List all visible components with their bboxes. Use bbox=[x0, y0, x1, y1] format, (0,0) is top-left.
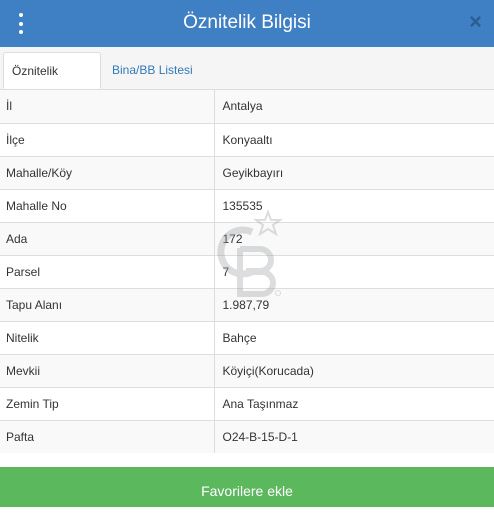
attribute-value: 7 bbox=[214, 254, 494, 288]
attribute-key: Tapu Alanı bbox=[0, 287, 215, 321]
attribute-value: O24-B-15-D-1 bbox=[214, 419, 494, 453]
attribute-key: Parsel bbox=[0, 254, 215, 288]
table-row: Nitelik Bahçe bbox=[0, 320, 494, 354]
attribute-table: İl Antalya İlçe Konyaaltı Mahalle/Köy Ge… bbox=[0, 90, 494, 453]
attribute-value: Ana Taşınmaz bbox=[214, 386, 494, 420]
table-row: İl Antalya bbox=[0, 90, 494, 123]
attribute-value: Geyikbayırı bbox=[214, 155, 494, 189]
add-to-favorites-button[interactable]: Favorilere ekle bbox=[0, 467, 494, 507]
tab-bar: Öznitelik Bilgisi Bina/BB Listesi bbox=[0, 47, 494, 114]
attribute-value: Konyaaltı bbox=[214, 122, 494, 156]
attribute-key: Mevkii bbox=[0, 353, 215, 387]
attribute-key: Ada bbox=[0, 221, 215, 255]
attribute-value: Bahçe bbox=[214, 320, 494, 354]
table-row: Tapu Alanı 1.987,79 bbox=[0, 287, 494, 321]
tab-building-list[interactable]: Bina/BB Listesi bbox=[104, 52, 201, 89]
attribute-key: İl bbox=[0, 90, 215, 123]
attribute-value: Antalya bbox=[214, 90, 494, 123]
table-row: Parsel 7 bbox=[0, 254, 494, 288]
attribute-key: İlçe bbox=[0, 122, 215, 156]
table-row: Mevkii Köyiçi(Korucada) bbox=[0, 353, 494, 387]
table-row: Ada 172 bbox=[0, 221, 494, 255]
attribute-key: Pafta bbox=[0, 419, 215, 453]
attribute-key: Zemin Tip bbox=[0, 386, 215, 420]
dialog-title: Öznitelik Bilgisi bbox=[183, 12, 311, 33]
attribute-key: Mahalle No bbox=[0, 188, 215, 222]
tab-attribute-info[interactable]: Öznitelik Bilgisi bbox=[3, 52, 101, 114]
table-row: Mahalle No 135535 bbox=[0, 188, 494, 222]
attribute-key: Mahalle/Köy bbox=[0, 155, 215, 189]
attribute-value: 135535 bbox=[214, 188, 494, 222]
dialog-header: Öznitelik Bilgisi × bbox=[0, 0, 494, 47]
attribute-key: Nitelik bbox=[0, 320, 215, 354]
close-icon[interactable]: × bbox=[469, 11, 482, 33]
attribute-value: Köyiçi(Korucada) bbox=[214, 353, 494, 387]
table-row: İlçe Konyaaltı bbox=[0, 122, 494, 156]
table-row: Mahalle/Köy Geyikbayırı bbox=[0, 155, 494, 189]
table-row: Zemin Tip Ana Taşınmaz bbox=[0, 386, 494, 420]
table-row: Pafta O24-B-15-D-1 bbox=[0, 419, 494, 453]
attribute-value: 172 bbox=[214, 221, 494, 255]
attribute-value: 1.987,79 bbox=[214, 287, 494, 321]
